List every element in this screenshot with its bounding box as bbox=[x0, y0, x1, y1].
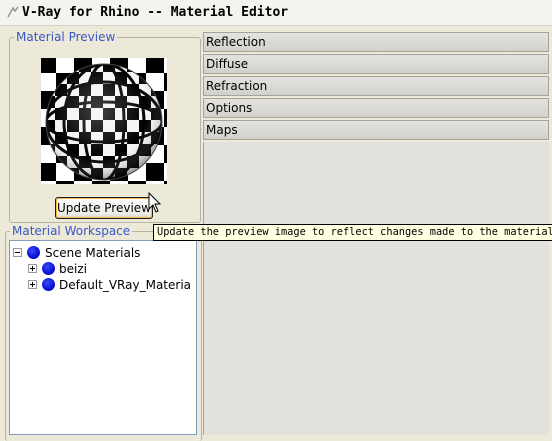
blue-sphere-icon bbox=[42, 278, 55, 291]
mouse-cursor-icon bbox=[148, 192, 162, 213]
window-title: V-Ray for Rhino -- Material Editor bbox=[22, 5, 289, 20]
material-properties-area bbox=[203, 142, 549, 435]
section-reflection[interactable]: Reflection bbox=[203, 32, 549, 52]
material-preview-group: Material Preview Update Preview bbox=[9, 30, 201, 223]
section-options[interactable]: Options bbox=[203, 98, 549, 118]
tree-node-label: Default_VRay_Materia bbox=[59, 278, 191, 292]
expand-icon[interactable] bbox=[28, 264, 37, 273]
update-preview-button[interactable]: Update Preview bbox=[55, 197, 153, 219]
blue-sphere-icon bbox=[27, 246, 40, 259]
tree-node-label: beizi bbox=[59, 262, 87, 276]
update-preview-tooltip: Update the preview image to reflect chan… bbox=[153, 224, 552, 241]
tree-node-beizi[interactable]: beizi bbox=[10, 261, 196, 277]
material-tree[interactable]: Scene Materials beizi Default_VRay_Mater… bbox=[9, 240, 197, 435]
title-bar[interactable]: V-Ray for Rhino -- Material Editor bbox=[0, 0, 552, 26]
vray-app-icon bbox=[7, 6, 19, 18]
tree-node-label: Scene Materials bbox=[45, 246, 141, 260]
expand-icon[interactable] bbox=[28, 280, 37, 289]
tree-node-default-vray-material[interactable]: Default_VRay_Materia bbox=[10, 277, 196, 293]
collapse-icon[interactable] bbox=[13, 248, 22, 257]
section-diffuse[interactable]: Diffuse bbox=[203, 54, 549, 74]
material-preview-label: Material Preview bbox=[14, 30, 118, 44]
material-preview-image bbox=[41, 58, 167, 184]
blue-sphere-icon bbox=[42, 262, 55, 275]
material-workspace-label: Material Workspace bbox=[10, 224, 133, 238]
section-refraction[interactable]: Refraction bbox=[203, 76, 549, 96]
tree-node-scene-materials[interactable]: Scene Materials bbox=[10, 245, 196, 261]
section-maps[interactable]: Maps bbox=[203, 120, 549, 140]
